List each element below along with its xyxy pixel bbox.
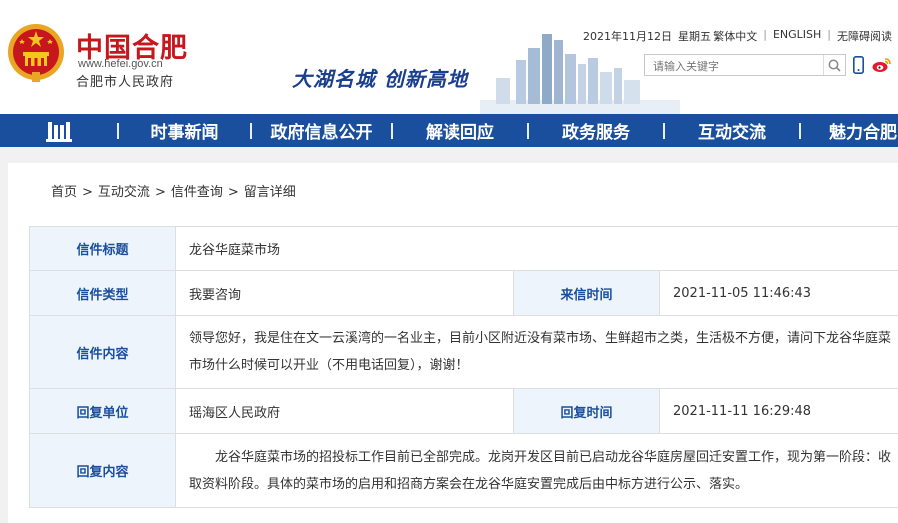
home-nav-button[interactable] — [0, 114, 117, 147]
traditional-chinese-link[interactable]: 繁体中文 — [713, 28, 757, 44]
reply-unit-value: 瑶海区人民政府 — [175, 388, 514, 434]
page-header: 中国合肥 www.hefei.gov.cn 合肥市人民政府 大湖名城 创新高地 … — [0, 0, 898, 114]
letter-content-value: 领导您好，我是住在文一云溪湾的一名业主，目前小区附近没有菜市场、生鲜超市之类，生… — [175, 315, 898, 389]
nav-item-services[interactable]: 政务服务 — [529, 114, 663, 147]
weibo-icon[interactable] — [872, 57, 892, 73]
breadcrumb-current: 留言详细 — [243, 185, 296, 200]
table-row: 信件标题 龙谷华庭菜市场 — [29, 226, 898, 271]
letter-time-label: 来信时间 — [513, 270, 660, 316]
table-row: 信件类型 我要咨询 来信时间 2021-11-05 11:46:43 — [29, 270, 898, 316]
reply-unit-label: 回复单位 — [29, 388, 176, 434]
home-icon — [45, 121, 72, 142]
letter-type-value: 我要咨询 — [175, 270, 514, 316]
reply-time-value: 2021-11-11 16:29:48 — [659, 388, 898, 434]
table-row: 回复内容 龙谷华庭菜市场的招投标工作目前已全部完成。龙岗开发区目前已启动龙谷华庭… — [29, 433, 898, 508]
breadcrumb-home[interactable]: 首页 — [51, 185, 77, 200]
nav-divider — [391, 122, 393, 139]
letter-time-value: 2021-11-05 11:46:43 — [659, 270, 898, 316]
nav-item-news[interactable]: 时事新闻 — [119, 114, 250, 147]
nav-divider — [663, 122, 665, 139]
breadcrumb-interaction[interactable]: 互动交流 — [98, 185, 150, 200]
nav-divider — [117, 122, 119, 139]
site-url: www.hefei.gov.cn — [78, 58, 163, 70]
current-date: 2021年11月12日 星期五 — [583, 30, 711, 43]
letter-title-value: 龙谷华庭菜市场 — [175, 226, 898, 271]
nav-item-interpretation[interactable]: 解读回应 — [393, 114, 527, 147]
english-link[interactable]: ENGLISH — [773, 28, 821, 44]
phone-icon[interactable] — [853, 56, 864, 74]
main-content: 首页 > 互动交流 > 信件查询 > 留言详细 信件标题 龙谷华庭菜市场 信件类型 我要咨询… — [8, 163, 898, 523]
reply-time-label: 回复时间 — [513, 388, 660, 434]
search-input[interactable] — [645, 56, 821, 77]
nav-divider — [250, 122, 252, 139]
national-emblem-icon — [8, 24, 64, 82]
table-row: 回复单位 瑶海区人民政府 回复时间 2021-11-11 16:29:48 — [29, 388, 898, 434]
nav-divider — [799, 122, 801, 139]
search-icon — [828, 59, 841, 72]
main-nav: 时事新闻 政府信息公开 解读回应 政务服务 互动交流 魅力合肥 — [0, 114, 898, 147]
breadcrumb-letter-query[interactable]: 信件查询 — [171, 185, 223, 200]
letter-content-label: 信件内容 — [29, 315, 176, 389]
site-subtitle: 合肥市人民政府 — [76, 75, 175, 90]
nav-item-charm-hefei[interactable]: 魅力合肥 — [801, 114, 897, 147]
nav-divider — [527, 122, 529, 139]
reply-content-label: 回复内容 — [29, 433, 176, 508]
letter-detail-table: 信件标题 龙谷华庭菜市场 信件类型 我要咨询 来信时间 2021-11-05 1… — [29, 226, 898, 508]
accessibility-link[interactable]: 无障碍阅读 — [837, 28, 892, 44]
city-slogan: 大湖名城 创新高地 — [292, 67, 468, 91]
letter-type-label: 信件类型 — [29, 270, 176, 316]
breadcrumb: 首页 > 互动交流 > 信件查询 > 留言详细 — [51, 185, 296, 200]
search-box — [644, 54, 846, 77]
table-row: 信件内容 领导您好，我是住在文一云溪湾的一名业主，目前小区附近没有菜市场、生鲜超… — [29, 315, 898, 389]
letter-title-label: 信件标题 — [29, 226, 176, 271]
top-links: 繁体中文 | ENGLISH | 无障碍阅读 — [713, 28, 892, 44]
search-button[interactable] — [823, 55, 845, 75]
reply-content-value: 龙谷华庭菜市场的招投标工作目前已全部完成。龙岗开发区目前已启动龙谷华庭房屋回迁安… — [175, 433, 898, 508]
nav-item-gov-info[interactable]: 政府信息公开 — [252, 114, 391, 147]
nav-item-interaction[interactable]: 互动交流 — [665, 114, 799, 147]
